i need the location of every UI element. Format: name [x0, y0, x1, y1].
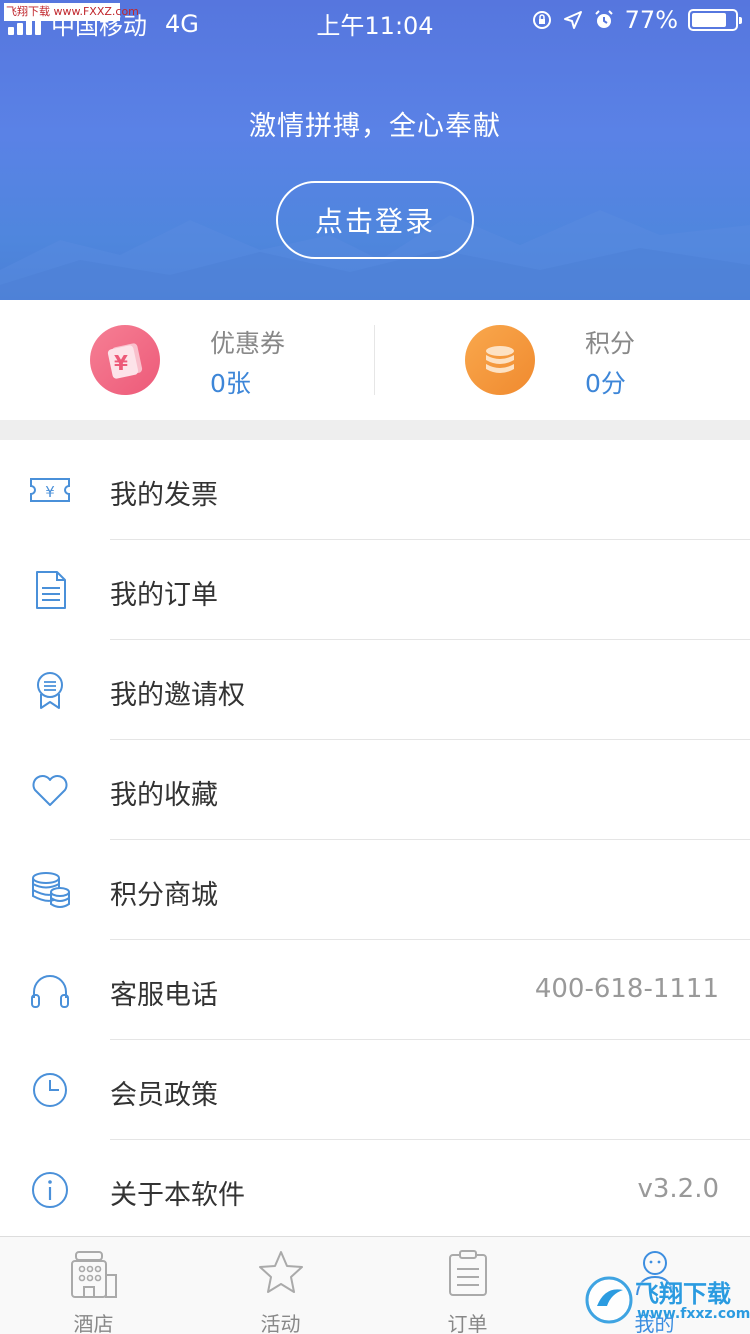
stats-panel: ¥ 优惠券 0张 积分 0分 — [0, 300, 750, 420]
watermark-bottom: 飞翔下载 www.fxxz.com — [585, 1272, 750, 1328]
coins-icon[interactable] — [465, 325, 535, 395]
location-icon — [563, 11, 582, 29]
menu-label: 我的发票 — [110, 480, 218, 511]
tab-hotel[interactable]: 酒店 — [0, 1237, 187, 1334]
coupon-label: 优惠券 — [210, 329, 286, 358]
badge-icon — [37, 672, 63, 709]
alarm-icon — [594, 10, 613, 28]
menu-item-about[interactable]: 关于本软件 v3.2.0 — [0, 1140, 750, 1240]
watermark-top: 飞翔下载 www.FXXZ.com — [4, 3, 139, 21]
section-gap — [0, 420, 750, 440]
tab-activity[interactable]: 活动 — [187, 1237, 374, 1334]
tab-orders[interactable]: 订单 — [374, 1237, 561, 1334]
heart-icon — [32, 775, 68, 806]
service-phone[interactable]: 400-618-1111 — [535, 974, 719, 1004]
invoice-icon: ¥ — [30, 478, 70, 502]
coupon-icon[interactable]: ¥ — [90, 325, 160, 395]
points-label: 积分 — [585, 329, 636, 358]
login-button[interactable]: 点击登录 — [276, 181, 474, 259]
headphones-icon — [31, 975, 69, 1008]
profile-header: 中国移动 4G 上午11:04 77% 激情拼搏，全心奉献 点击登录 — [0, 0, 750, 300]
menu-item-invitation[interactable]: 我的邀请权 — [0, 640, 750, 740]
menu-label: 我的订单 — [110, 580, 218, 611]
battery-icon — [688, 9, 742, 31]
menu-label: 我的邀请权 — [110, 680, 245, 711]
menu-item-invoice[interactable]: ¥ 我的发票 — [0, 440, 750, 540]
document-icon — [36, 571, 66, 609]
menu-item-member-policy[interactable]: 会员政策 — [0, 1040, 750, 1140]
app-version: v3.2.0 — [637, 1174, 719, 1204]
header-slogan: 激情拼搏，全心奉献 — [249, 111, 501, 142]
rotation-lock-icon — [532, 11, 551, 29]
menu-label: 积分商城 — [110, 880, 218, 911]
info-icon — [32, 1172, 68, 1208]
watermark-title: 飞翔下载 — [635, 1280, 731, 1308]
menu-item-customer-service[interactable]: 客服电话 400-618-1111 — [0, 940, 750, 1040]
menu-label: 会员政策 — [110, 1080, 218, 1111]
points-value[interactable]: 0分 — [585, 364, 626, 400]
tab-label: 酒店 — [73, 1312, 114, 1334]
clock-icon — [33, 1073, 67, 1107]
tab-label: 活动 — [260, 1312, 301, 1334]
menu-item-points-mall[interactable]: 积分商城 — [0, 840, 750, 940]
stats-divider — [374, 325, 375, 395]
menu-list: ¥ 我的发票 我的订单 我的邀请权 我的收藏 积分商城 客服电话 400-618… — [0, 440, 750, 1240]
menu-label: 我的收藏 — [110, 780, 218, 811]
menu-label: 关于本软件 — [110, 1180, 245, 1211]
svg-text:¥: ¥ — [114, 351, 128, 375]
coupon-value[interactable]: 0张 — [210, 364, 251, 400]
clipboard-icon — [448, 1250, 487, 1296]
battery-percent: 77% — [624, 6, 678, 34]
menu-item-favorites[interactable]: 我的收藏 — [0, 740, 750, 840]
coins-stack-icon — [32, 872, 70, 908]
star-icon — [258, 1251, 303, 1293]
menu-label: 客服电话 — [110, 980, 218, 1011]
watermark-url: www.fxxz.com — [637, 1306, 750, 1322]
menu-item-orders[interactable]: 我的订单 — [0, 540, 750, 640]
hotel-icon — [70, 1251, 117, 1298]
svg-text:¥: ¥ — [45, 483, 55, 501]
tab-label: 订单 — [447, 1312, 488, 1334]
